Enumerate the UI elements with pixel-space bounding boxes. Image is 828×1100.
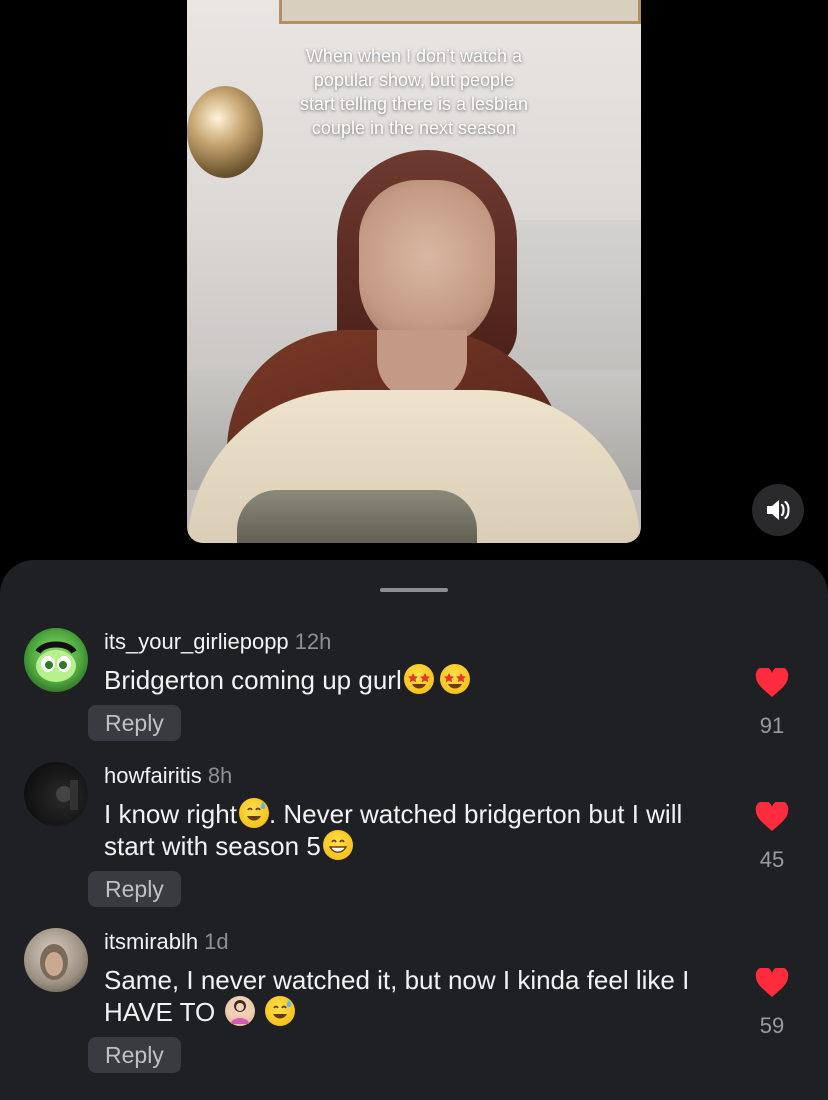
comment-meta: howfairitis 8h bbox=[104, 762, 232, 790]
star-struck-emoji-icon bbox=[439, 664, 470, 694]
avatar[interactable] bbox=[24, 928, 88, 992]
sweat-smile-emoji-icon bbox=[264, 996, 295, 1026]
avatar-illustration bbox=[56, 780, 78, 810]
avatar-illustration bbox=[40, 944, 68, 980]
caption-line: popular show, but people bbox=[313, 70, 515, 90]
speaker-volume-icon bbox=[767, 500, 790, 520]
comment-time: 12h bbox=[294, 629, 332, 654]
grinning-emoji-icon bbox=[322, 830, 353, 860]
reply-button[interactable]: Reply bbox=[88, 1037, 181, 1073]
picture-frame bbox=[279, 0, 641, 24]
comment-text: Same, I never watched it, but now I kind… bbox=[104, 964, 724, 1028]
comment-text-part: Same, I never watched it, but now I kind… bbox=[104, 965, 690, 1027]
like-button[interactable]: 91 bbox=[752, 666, 792, 739]
comment-text-part: I know right bbox=[104, 799, 237, 829]
caption-line: When when I don’t watch a bbox=[305, 46, 523, 66]
comment-text: I know right . Never watched bridgerton … bbox=[104, 798, 724, 862]
star-struck-emoji-icon bbox=[403, 664, 434, 694]
person-face bbox=[359, 180, 495, 350]
sheet-drag-handle[interactable] bbox=[380, 588, 448, 592]
reply-button[interactable]: Reply bbox=[88, 705, 181, 741]
heart-icon bbox=[755, 666, 789, 697]
comment-username[interactable]: itsmirablh bbox=[104, 929, 198, 954]
comment-text-part: Bridgerton coming up gurl bbox=[104, 665, 402, 695]
comments-sheet: its_your_girliepopp 12h Bridgerton coming… bbox=[0, 560, 828, 1100]
comment-time: 1d bbox=[204, 929, 229, 954]
heart-icon bbox=[755, 966, 789, 997]
avatar-illustration bbox=[35, 641, 77, 682]
reply-button[interactable]: Reply bbox=[88, 871, 181, 907]
caption-line: couple in the next season bbox=[311, 118, 517, 138]
comment-text: Bridgerton coming up gurl bbox=[104, 664, 724, 696]
avatar[interactable] bbox=[24, 762, 88, 826]
like-count: 91 bbox=[759, 713, 785, 738]
avatar[interactable] bbox=[24, 628, 88, 692]
comment-username[interactable]: howfairitis bbox=[104, 763, 202, 788]
snack-bag bbox=[237, 490, 477, 543]
caption-line: start telling there is a lesbian bbox=[299, 94, 529, 114]
comment-meta: itsmirablh 1d bbox=[104, 928, 229, 956]
heart-icon bbox=[755, 800, 789, 831]
like-button[interactable]: 59 bbox=[752, 966, 792, 1039]
sound-toggle-button[interactable] bbox=[752, 484, 804, 536]
sweat-smile-emoji-icon bbox=[238, 798, 269, 828]
like-button[interactable]: 45 bbox=[752, 800, 792, 873]
comment-username[interactable]: its_your_girliepopp bbox=[104, 629, 289, 654]
person-shrugging-emoji-icon bbox=[224, 996, 255, 1026]
like-count: 59 bbox=[759, 1013, 785, 1038]
like-count: 45 bbox=[759, 847, 785, 872]
video-player[interactable]: When when I don’t watch a popular show, … bbox=[187, 0, 641, 543]
comment-time: 8h bbox=[207, 763, 233, 788]
comment-meta: its_your_girliepopp 12h bbox=[104, 628, 331, 656]
video-caption: When when I don’t watch a popular show, … bbox=[187, 44, 641, 140]
